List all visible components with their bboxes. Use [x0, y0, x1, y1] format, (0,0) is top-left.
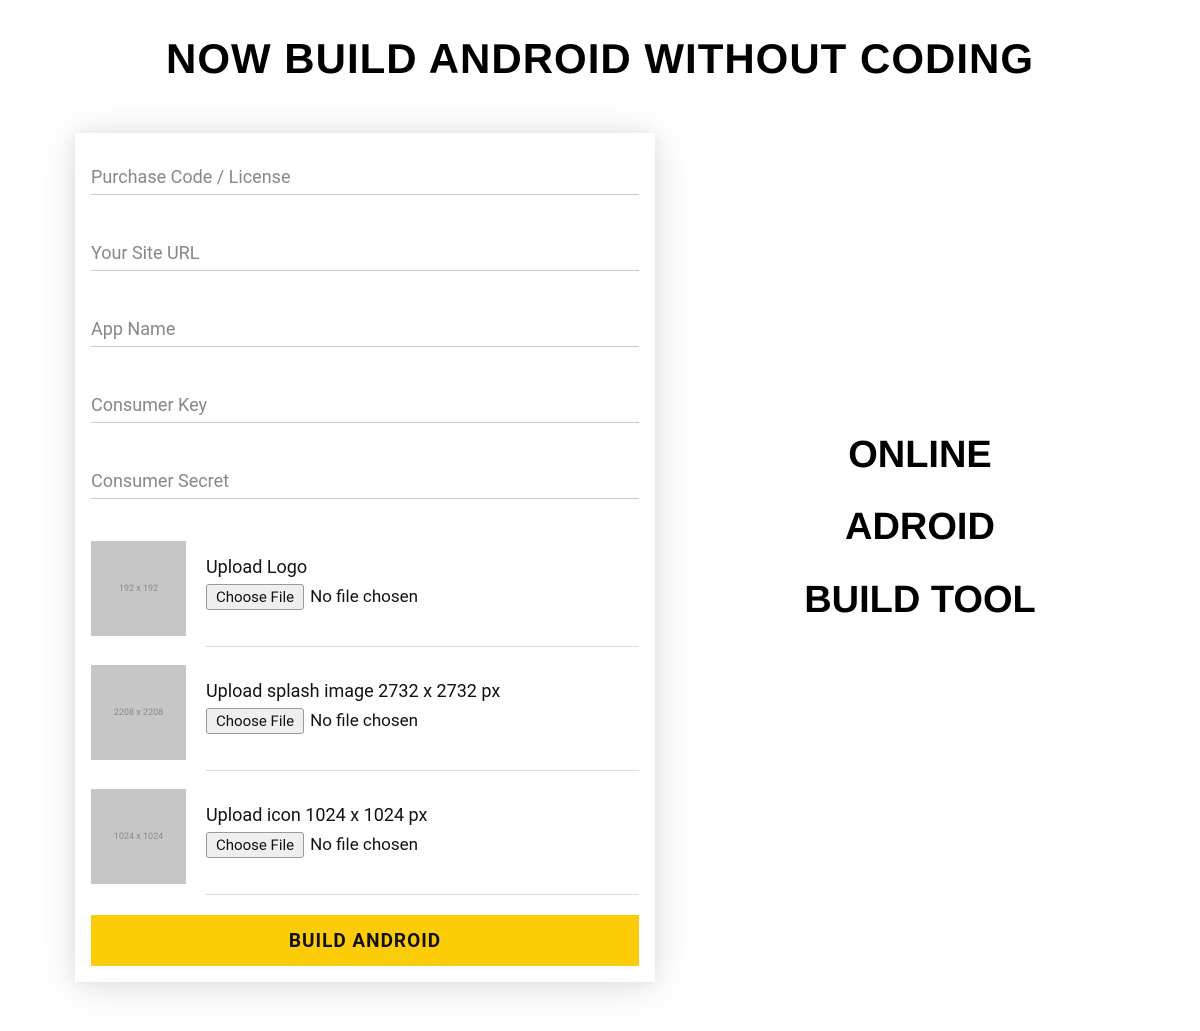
icon-upload-label: Upload icon 1024 x 1024 px [206, 805, 639, 826]
upload-icon-row: 1024 x 1024 Upload icon 1024 x 1024 px C… [91, 789, 639, 895]
splash-upload-label: Upload splash image 2732 x 2732 px [206, 681, 639, 702]
icon-upload-details: Upload icon 1024 x 1024 px Choose File N… [206, 789, 639, 895]
icon-thumb-placeholder: 1024 x 1024 [91, 789, 186, 884]
splash-upload-details: Upload splash image 2732 x 2732 px Choos… [206, 665, 639, 771]
splash-thumb-size: 2208 x 2208 [114, 708, 163, 718]
app-name-input[interactable] [91, 313, 639, 347]
icon-choose-file-button[interactable]: Choose File [206, 832, 304, 858]
logo-file-status: No file chosen [310, 587, 418, 607]
splash-choose-file-button[interactable]: Choose File [206, 708, 304, 734]
purchase-code-input[interactable] [91, 161, 639, 195]
site-url-input[interactable] [91, 237, 639, 271]
icon-thumb-size: 1024 x 1024 [114, 832, 163, 842]
consumer-key-input[interactable] [91, 389, 639, 423]
splash-thumb-placeholder: 2208 x 2208 [91, 665, 186, 760]
logo-thumb-placeholder: 192 x 192 [91, 541, 186, 636]
page-heading: NOW BUILD ANDROID WITHOUT CODING [0, 0, 1200, 83]
upload-logo-row: 192 x 192 Upload Logo Choose File No fil… [91, 541, 639, 647]
splash-file-status: No file chosen [310, 711, 418, 731]
logo-upload-label: Upload Logo [206, 557, 639, 578]
logo-choose-file-button[interactable]: Choose File [206, 584, 304, 610]
build-android-button[interactable]: BUILD ANDROID [91, 915, 639, 966]
side-heading-line-3: BUILD TOOL [715, 564, 1125, 636]
build-form-card: 192 x 192 Upload Logo Choose File No fil… [75, 133, 655, 982]
consumer-secret-input[interactable] [91, 465, 639, 499]
side-heading-line-1: ONLINE [715, 419, 1125, 491]
upload-splash-row: 2208 x 2208 Upload splash image 2732 x 2… [91, 665, 639, 771]
side-heading: ONLINE ADROID BUILD TOOL [715, 419, 1125, 696]
content-wrapper: 192 x 192 Upload Logo Choose File No fil… [0, 83, 1200, 982]
logo-thumb-size: 192 x 192 [119, 584, 158, 594]
icon-file-status: No file chosen [310, 835, 418, 855]
side-heading-line-2: ADROID [715, 491, 1125, 563]
logo-upload-details: Upload Logo Choose File No file chosen [206, 541, 639, 647]
